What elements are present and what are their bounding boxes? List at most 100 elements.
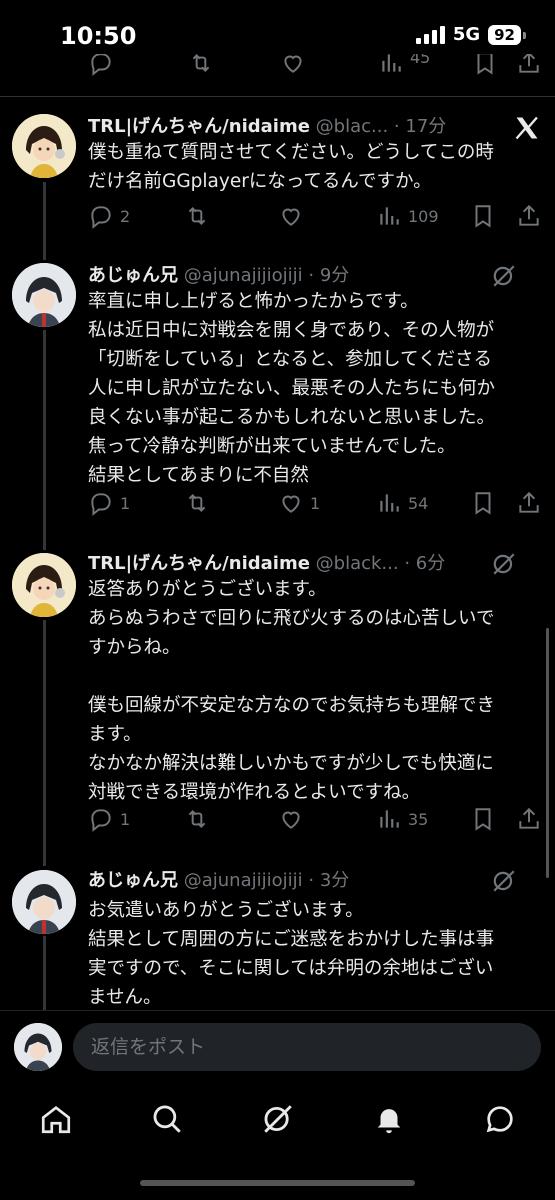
reply-input[interactable]: [73, 1023, 541, 1071]
repost-button[interactable]: [184, 490, 210, 516]
views-icon: [380, 494, 399, 512]
post-actions: 2 109: [88, 203, 543, 233]
views-icon: [380, 207, 399, 225]
views-icon[interactable]: [378, 54, 404, 76]
avatar[interactable]: [12, 870, 76, 934]
tab-messages[interactable]: [480, 1099, 520, 1139]
repost-icon[interactable]: [188, 54, 214, 76]
reply-count: 1: [120, 493, 131, 513]
repost-icon: [188, 207, 206, 225]
reply-button[interactable]: 2: [88, 203, 130, 229]
reply-count: 2: [120, 206, 131, 226]
like-icon[interactable]: [280, 54, 306, 76]
post-time[interactable]: 17分: [405, 116, 446, 137]
reply-count: 1: [120, 809, 131, 829]
repost-icon: [188, 494, 206, 512]
reply-button[interactable]: 1: [88, 806, 130, 832]
thread-line: [43, 330, 46, 550]
author-name[interactable]: TRL|げんちゃん/nidaime: [88, 116, 310, 137]
share-icon: [519, 807, 539, 829]
notifications-icon: [377, 1109, 401, 1134]
scrollbar[interactable]: [546, 628, 549, 878]
view-count: 35: [408, 809, 429, 829]
home-icon: [41, 1105, 71, 1134]
signal-icon: [415, 25, 445, 44]
bookmark-icon[interactable]: [472, 54, 498, 76]
views-icon: [380, 810, 399, 828]
previous-post-actions: 45: [0, 54, 555, 84]
divider: [0, 96, 555, 97]
author-name[interactable]: TRL|げんちゃん/nidaime: [88, 553, 310, 574]
post-time[interactable]: 6分: [416, 553, 445, 574]
share-button[interactable]: [516, 203, 542, 229]
thread-line: [43, 182, 46, 260]
status-time: 10:50: [60, 22, 137, 50]
post-text: お気遣いありがとうございます。 結果として周囲の方にご迷惑をおかけした事は事 実…: [88, 900, 495, 1008]
avatar[interactable]: [12, 553, 76, 617]
view-count: 54: [408, 493, 429, 513]
like-icon: [282, 495, 300, 513]
grok-icon[interactable]: [491, 551, 517, 577]
messages-icon: [486, 1106, 513, 1133]
battery-level: 92: [488, 24, 526, 45]
share-icon: [519, 491, 539, 513]
reply-icon: [91, 493, 111, 516]
views-button[interactable]: 54: [376, 490, 428, 516]
grok-icon: [264, 1105, 292, 1133]
like-button[interactable]: [278, 806, 304, 832]
home-indicator: [140, 1180, 415, 1186]
view-count: 45: [410, 54, 431, 67]
tab-bar: [0, 1085, 555, 1155]
author-name[interactable]: あじゅん兄: [88, 265, 178, 286]
author-handle[interactable]: @black...: [316, 553, 399, 574]
author-handle[interactable]: @blac...: [316, 116, 389, 137]
bookmark-icon: [475, 492, 491, 515]
repost-icon: [188, 810, 206, 828]
author-handle[interactable]: @ajunajijiojiji: [184, 265, 303, 286]
like-button[interactable]: 1: [278, 490, 320, 516]
like-icon: [282, 208, 300, 226]
tab-home[interactable]: [36, 1099, 76, 1139]
reply-icon[interactable]: [88, 54, 114, 76]
avatar[interactable]: [12, 114, 76, 178]
grok-icon[interactable]: [491, 263, 517, 289]
post-actions: 1 1 54: [88, 490, 543, 520]
share-button[interactable]: [516, 806, 542, 832]
author-name[interactable]: あじゅん兄: [88, 870, 178, 891]
like-button[interactable]: [278, 203, 304, 229]
share-button[interactable]: [516, 490, 542, 516]
avatar: [14, 1023, 62, 1071]
tab-notifications[interactable]: [369, 1099, 409, 1139]
reply-button[interactable]: 1: [88, 490, 130, 516]
repost-button[interactable]: [184, 806, 210, 832]
reply-bar: [0, 1010, 555, 1086]
like-icon: [282, 811, 300, 829]
post-actions: 1 35: [88, 806, 543, 836]
share-icon[interactable]: [516, 54, 542, 76]
bookmark-button[interactable]: [470, 490, 496, 516]
bookmark-button[interactable]: [470, 806, 496, 832]
grok-icon[interactable]: [491, 868, 517, 894]
post-time[interactable]: 9分: [320, 265, 349, 286]
network-label: 5G: [452, 24, 481, 45]
like-count: 1: [310, 493, 321, 513]
post-text: 僕も重ねて質問させてください。どうしてこの時 だけ名前GGplayerになってる…: [88, 142, 494, 192]
bookmark-icon: [475, 205, 491, 228]
views-button[interactable]: 35: [376, 806, 428, 832]
post-time[interactable]: 3分: [320, 870, 349, 891]
post-text: 返答ありがとうございます。 あらぬうわさで回りに飛び火するのは心苦しいで すから…: [88, 579, 496, 803]
search-icon: [153, 1105, 181, 1133]
post-text: 率直に申し上げると怖かったからです。 私は近日中に対戦会を開く身であり、その人物…: [88, 291, 496, 486]
share-icon: [519, 204, 539, 226]
views-button[interactable]: 109: [376, 203, 439, 229]
bookmark-icon: [475, 808, 491, 831]
reply-icon: [91, 206, 111, 229]
reply-icon: [91, 809, 111, 832]
thread-line: [43, 936, 46, 1010]
bookmark-button[interactable]: [470, 203, 496, 229]
repost-button[interactable]: [184, 203, 210, 229]
tab-search[interactable]: [147, 1099, 187, 1139]
author-handle[interactable]: @ajunajijiojiji: [184, 870, 303, 891]
avatar[interactable]: [12, 263, 76, 327]
tab-grok[interactable]: [258, 1099, 298, 1139]
